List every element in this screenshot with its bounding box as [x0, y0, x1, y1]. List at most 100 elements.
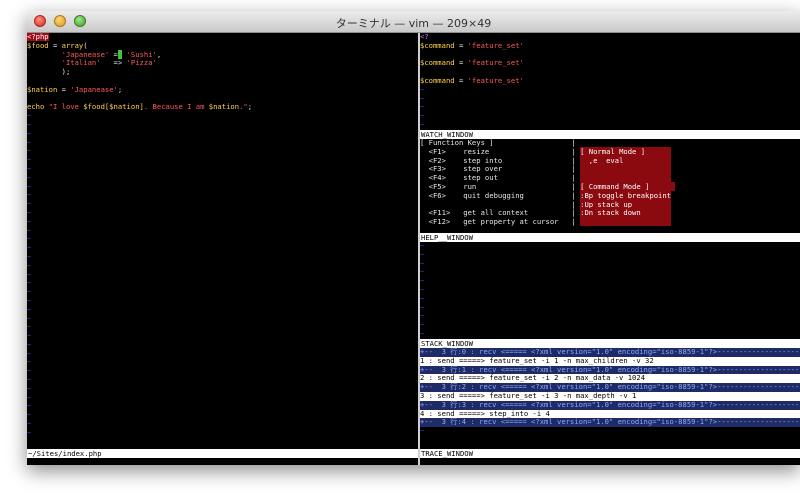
status-line-stack: STACK_WINDOW	[420, 339, 800, 348]
code-token: 'Sushi'	[126, 49, 157, 59]
code-token: 'Pizza'	[126, 58, 157, 68]
empty-line-tilde: ~	[27, 410, 32, 420]
empty-line-tilde: ~	[27, 225, 32, 235]
empty-line-tilde: ~	[420, 320, 425, 330]
code-token: =	[454, 75, 468, 85]
empty-line-tilde: ~	[27, 163, 32, 173]
code-token: array	[61, 40, 84, 50]
code-token: 'feature_set'	[467, 75, 524, 85]
code-token: =	[57, 84, 71, 94]
empty-line-tilde: ~	[27, 287, 32, 297]
empty-line-tilde: ~	[27, 251, 32, 261]
code-token: ,	[156, 49, 162, 59]
code-token: $command	[420, 58, 455, 68]
empty-line-tilde: ~	[420, 426, 425, 436]
editor-pane-index-php[interactable]: <?php $food = array( 'Japanease' = 'Sushi…	[27, 33, 418, 449]
empty-line-tilde: ~	[27, 181, 32, 191]
code-line: $command = 'feature_set'	[420, 40, 800, 51]
window-title: ターミナル — vim — 209×49	[335, 17, 492, 30]
empty-line-tilde: ~	[420, 249, 425, 259]
empty-line-tilde: ~	[27, 375, 32, 385]
empty-line-tilde: ~	[27, 339, 32, 349]
code-token: "I love	[48, 102, 84, 112]
empty-line-tilde: ~	[420, 302, 425, 312]
code-token: 'Japanease'	[70, 84, 118, 94]
code-token: <F3> step over	[420, 164, 572, 174]
status-line-watch: WATCH_WINDOW	[420, 130, 800, 139]
empty-line-tilde: ~	[420, 276, 425, 286]
code-token: |	[571, 146, 581, 156]
code-token: <F1> resize	[420, 146, 572, 156]
empty-line-tilde: ~	[27, 155, 32, 165]
empty-line-tilde: ~	[420, 84, 425, 94]
empty-line-tilde: ~	[27, 348, 32, 358]
code-token: =>	[100, 58, 127, 68]
code-token: $command	[420, 40, 455, 50]
empty-line-tilde: ~	[27, 243, 32, 253]
stack-window[interactable]: +-- 3 行:0 : recv <===== <?xml version="1…	[420, 348, 800, 449]
code-token: |	[571, 155, 581, 165]
empty-line-tilde: ~	[27, 172, 32, 182]
code-token: (	[83, 40, 88, 50]
code-token: |	[571, 139, 576, 147]
code-token: );	[27, 67, 71, 77]
empty-line-tilde: ~	[27, 137, 32, 147]
status-line-left: ~/Sites/index.php	[27, 449, 418, 458]
code-token: :Bp toggle breakpoint	[580, 190, 671, 200]
empty-line-tilde: ~	[27, 269, 32, 279]
code-token: <?php	[27, 33, 49, 41]
stack-fold-line[interactable]: +-- 3 行:4 : recv <===== <?xml version="1…	[420, 418, 800, 428]
empty-line-tilde: ~	[420, 328, 425, 338]
watch-window[interactable]: [ Function Keys ] | <F1> resize | [ Norm…	[420, 139, 800, 233]
code-token: 'feature_set'	[467, 40, 524, 50]
empty-line-tilde: ~	[420, 258, 425, 268]
code-token: =	[109, 49, 118, 59]
vim-area[interactable]: <?php $food = array( 'Japanease' = 'Sushi…	[27, 33, 800, 465]
code-token: <F4> step out	[420, 173, 572, 183]
code-token: |	[571, 217, 581, 227]
empty-line-tilde: ~	[27, 207, 32, 217]
empty-line-tilde: ~	[27, 357, 32, 367]
code-token	[580, 164, 671, 174]
empty-line-tilde: ~	[27, 190, 32, 200]
empty-line-tilde: ~	[420, 293, 425, 303]
code-line: $command = 'feature_set'	[420, 58, 800, 68]
code-token: |	[571, 199, 581, 209]
code-line: );	[27, 67, 418, 77]
editor-pane-commands[interactable]: <? $command = 'feature_set' $command = 'fe…	[420, 33, 800, 130]
empty-line-tilde: ~	[27, 313, 32, 323]
code-token: $food	[27, 40, 49, 50]
empty-line-tilde: ~	[420, 93, 425, 103]
empty-line-tilde: ~	[27, 199, 32, 209]
empty-line-tilde: ~	[27, 366, 32, 376]
code-token: =	[454, 40, 468, 50]
empty-line-tilde: ~	[420, 311, 425, 321]
terminal-window: ターミナル — vim — 209×49 <?php $food = array(…	[27, 11, 800, 465]
empty-line-tilde: ~	[27, 419, 32, 429]
empty-line-tilde: ~	[27, 128, 32, 138]
code-token: <F5> run	[420, 181, 572, 191]
empty-line-tilde: ~	[420, 119, 425, 129]
code-token: . Because I am	[143, 102, 209, 112]
empty-line-tilde: ~	[27, 260, 32, 270]
code-token: |	[571, 181, 581, 191]
code-token: |	[571, 208, 581, 218]
code-line: $command = 'feature_set'	[420, 75, 800, 86]
empty-line-tilde: ~	[27, 216, 32, 226]
empty-line-tilde: ~	[420, 267, 425, 277]
status-line-help: HELP__WINDOW	[420, 233, 800, 242]
code-token: :Dn stack down	[580, 208, 671, 218]
code-token: [ Normal Mode ]	[580, 146, 671, 156]
title-bar[interactable]: ターミナル — vim — 209×49	[27, 11, 800, 33]
code-token: :Up stack up	[580, 199, 671, 209]
help-window[interactable]: ~ ~ ~ ~ ~ ~ ~ ~ ~ ~ ~	[420, 242, 800, 339]
code-token: $food[$nation]	[83, 102, 144, 112]
code-line: $nation = 'Japanease';	[27, 84, 418, 95]
empty-line-tilde: ~	[27, 383, 32, 393]
code-token: <F2> step into	[420, 155, 572, 165]
code-token: $nation	[208, 102, 240, 112]
empty-line-tilde: ~	[27, 278, 32, 288]
empty-line-tilde: ~	[420, 102, 425, 112]
